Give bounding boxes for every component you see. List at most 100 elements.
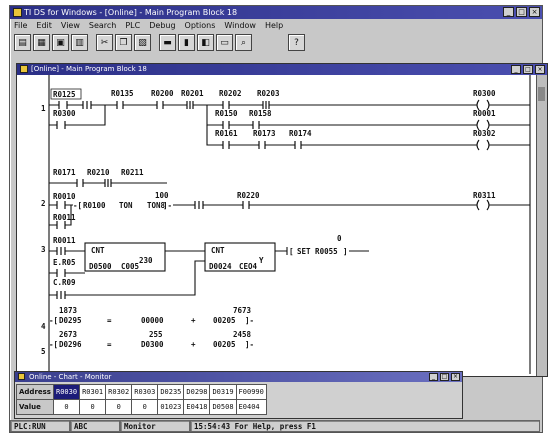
rung-3-branch-contact-2	[56, 291, 66, 299]
paste-icon[interactable]: ▧	[134, 34, 151, 51]
status-message: 15:54:43 For Help, press F1	[190, 420, 540, 432]
value-cell[interactable]: E0404	[235, 399, 267, 415]
value-cell[interactable]: 0	[52, 399, 81, 415]
monitor-title: Online - Chart - Monitor	[29, 373, 112, 381]
contact-label: R0174	[289, 129, 312, 138]
value-cell[interactable]: 0	[105, 399, 133, 415]
address-cell[interactable]: R0301	[79, 384, 107, 400]
scrollbar-thumb[interactable]	[538, 87, 545, 101]
counter-label: CNT	[211, 246, 225, 255]
contact-label: R0158	[249, 109, 272, 118]
contact-label: R0011	[53, 236, 76, 245]
save-icon[interactable]: ▣	[52, 34, 69, 51]
maximize-button[interactable]: □	[516, 7, 527, 17]
contact-label: R0210	[87, 168, 110, 177]
math-operator: +	[191, 340, 196, 349]
menu-plc[interactable]: PLC	[125, 20, 140, 32]
counter-acc: D0500	[89, 262, 112, 271]
find-icon[interactable]: ⌕	[235, 34, 252, 51]
timer-block: -[	[73, 201, 82, 210]
editor-close-button[interactable]: ×	[535, 65, 545, 74]
monitor-table: Address R0030 R0301 R0302 R0303 D0235 D0…	[16, 384, 267, 415]
contact-label: R0300	[53, 109, 76, 118]
address-cell[interactable]: R0030	[52, 384, 81, 400]
contact-label: R0135	[111, 89, 134, 98]
address-header: Address	[16, 384, 54, 400]
coil-label: R0311	[473, 191, 496, 200]
address-cell[interactable]: D0298	[183, 384, 211, 400]
menu-debug[interactable]: Debug	[149, 20, 175, 32]
address-cell[interactable]: R0303	[131, 384, 159, 400]
download-icon[interactable]: ▭	[216, 34, 233, 51]
value-cell[interactable]: D0508	[209, 399, 237, 415]
help-icon[interactable]: ?	[288, 34, 305, 51]
menu-view[interactable]: View	[61, 20, 80, 32]
math-expression-open: -[	[49, 340, 58, 349]
new-icon[interactable]: ▤	[14, 34, 31, 51]
value-cell[interactable]: E0418	[183, 399, 211, 415]
monitor-minimize-button[interactable]: _	[429, 373, 438, 381]
close-button[interactable]: ×	[529, 7, 540, 17]
open-icon[interactable]: ▦	[33, 34, 50, 51]
menu-edit[interactable]: Edit	[36, 20, 52, 32]
monitor-close-button[interactable]: ×	[451, 373, 460, 381]
address-cell[interactable]: R0302	[105, 384, 133, 400]
math-expression-close: ]-	[245, 340, 254, 349]
monitor-icon[interactable]: ▮	[178, 34, 195, 51]
monitor-maximize-button[interactable]: □	[440, 373, 449, 381]
address-row: Address R0030 R0301 R0302 R0303 D0235 D0…	[16, 384, 267, 400]
editor-titlebar[interactable]: [Online] - Main Program Block 18 _ □ ×	[17, 64, 547, 75]
monitor-window: Online - Chart - Monitor _ □ × Address R…	[14, 371, 463, 419]
coil-label: R0001	[473, 109, 496, 118]
contact-label: R0173	[253, 129, 276, 138]
compile-icon[interactable]: ◧	[197, 34, 214, 51]
set-small-value: 0	[337, 234, 342, 243]
ladder-icon[interactable]: ▬	[159, 34, 176, 51]
print-icon[interactable]: ▥	[71, 34, 88, 51]
math-top-value: 1873	[59, 306, 78, 315]
contact-label: E.R05	[53, 258, 76, 267]
app-titlebar[interactable]: TI DS for Windows - [Online] - Main Prog…	[10, 6, 542, 19]
editor-maximize-button[interactable]: □	[523, 65, 533, 74]
value-cell[interactable]: 0	[131, 399, 159, 415]
address-cell[interactable]: D0235	[157, 384, 185, 400]
counter-preset-label: C005	[121, 262, 139, 271]
timer-type: TON	[119, 201, 133, 210]
menu-window[interactable]: Window	[224, 20, 256, 32]
menu-file[interactable]: File	[14, 20, 27, 32]
rung-number-5: 5	[41, 347, 46, 356]
menu-options[interactable]: Options	[185, 20, 216, 32]
coil-label: R0300	[473, 89, 496, 98]
timer-preset: 100	[155, 191, 169, 200]
contact-label: C.R09	[53, 278, 76, 287]
minimize-button[interactable]: _	[503, 7, 514, 17]
value-cell[interactable]: 01023	[157, 399, 185, 415]
counter-preset: Y	[259, 256, 264, 265]
menu-search[interactable]: Search	[89, 20, 116, 32]
set-box-close: ]	[343, 247, 348, 256]
cut-icon[interactable]: ✂	[96, 34, 113, 51]
monitor-window-controls: _ □ ×	[429, 373, 460, 381]
math-dest: D0296	[59, 340, 82, 349]
monitor-titlebar[interactable]: Online - Chart - Monitor _ □ ×	[15, 372, 462, 382]
editor-vertical-scrollbar[interactable]	[536, 75, 547, 376]
coil-rung-2	[476, 199, 490, 211]
copy-icon[interactable]: ❐	[115, 34, 132, 51]
math-operand-2: 00205	[213, 316, 236, 325]
counter-preset-label: CEO4	[239, 262, 258, 271]
set-box[interactable]: [	[289, 247, 294, 256]
ladder-diagram[interactable]: 1 2 3 4 5 R0125 R0135 R0200 R0201 R0202 …	[17, 75, 536, 374]
app-icon	[13, 8, 22, 17]
toolbar: ▤ ▦ ▣ ▥ ✂ ❐ ▧ ▬ ▮ ◧ ▭ ⌕ ?	[14, 34, 305, 54]
window-controls: _ □ ×	[503, 7, 540, 17]
contact-label: R0150	[215, 109, 238, 118]
math-expression-close: ]-	[245, 316, 254, 325]
contact-label: R0011	[53, 213, 76, 222]
rung-number-3: 3	[41, 245, 46, 254]
address-cell[interactable]: D0319	[209, 384, 237, 400]
value-cell[interactable]: 0	[79, 399, 107, 415]
rung-number-2: 2	[41, 199, 46, 208]
menu-help[interactable]: Help	[265, 20, 283, 32]
editor-minimize-button[interactable]: _	[511, 65, 521, 74]
address-cell[interactable]: F00990	[235, 384, 267, 400]
